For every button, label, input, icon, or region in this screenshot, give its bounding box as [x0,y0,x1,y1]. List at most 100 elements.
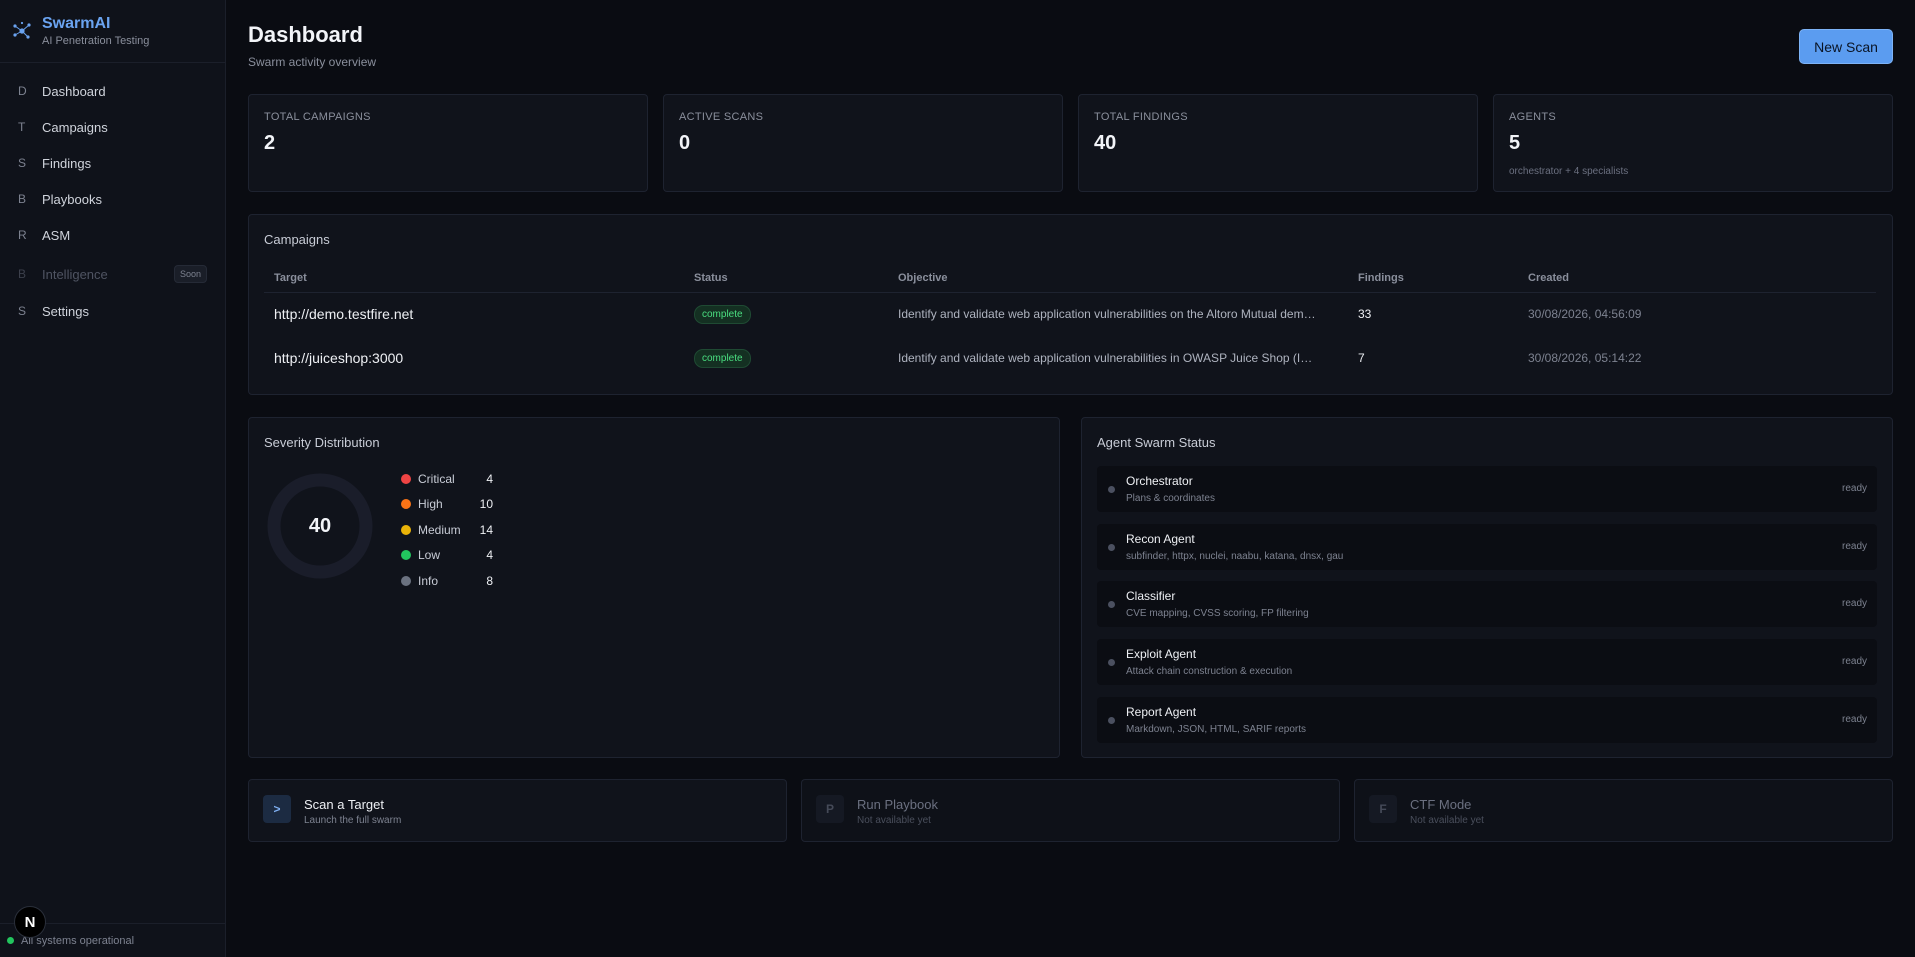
stat-value: 0 [679,132,691,154]
agent-row-exploit[interactable]: Exploit Agent Attack chain construction … [1097,639,1877,685]
legend-count: 4 [486,548,493,563]
cell-findings: 33 [1358,307,1372,322]
agent-description: subfinder, httpx, nuclei, naabu, katana,… [1126,551,1344,562]
sidebar: SwarmAI AI Penetration Testing D Dashboa… [0,0,226,957]
column-header-created[interactable]: Created [1518,264,1876,293]
swarm-logo-icon [13,21,31,39]
cell-objective: Identify and validate web application vu… [898,307,1316,322]
stat-card-total-campaigns: TOTAL CAMPAIGNS 2 [248,94,648,192]
page-subtitle: Swarm activity overview [248,55,377,69]
action-title: Run Playbook [857,797,938,812]
legend-item-info: Info 8 [401,568,493,594]
legend-count: 8 [486,573,493,588]
stat-label: ACTIVE SCANS [679,111,764,123]
agent-status-dot-icon [1108,486,1115,493]
agent-name: Orchestrator [1126,474,1193,488]
sidebar-item-settings[interactable]: S Settings [0,293,225,329]
legend-label: Critical [418,471,455,486]
agent-name: Recon Agent [1126,532,1195,546]
action-title: Scan a Target [304,797,384,812]
agent-row-recon[interactable]: Recon Agent subfinder, httpx, nuclei, na… [1097,524,1877,570]
main-content: Dashboard Swarm activity overview New Sc… [227,0,1915,957]
agent-state: ready [1841,714,1867,725]
agent-row-orchestrator[interactable]: Orchestrator Plans & coordinates ready [1097,466,1877,512]
new-scan-button[interactable]: New Scan [1799,29,1893,64]
campaigns-icon: T [18,120,26,134]
action-ctf-mode: F CTF Mode Not available yet [1354,779,1893,842]
action-scan-target[interactable]: > Scan a Target Launch the full swarm [248,779,787,842]
action-subtitle: Not available yet [1410,815,1484,826]
legend-label: High [418,497,443,512]
sidebar-item-label: Findings [42,155,92,171]
agent-state: ready [1841,656,1867,667]
action-subtitle: Not available yet [857,815,931,826]
section-title: Campaigns [264,232,330,247]
dev-tools-button[interactable]: N [14,906,46,938]
sidebar-item-campaigns[interactable]: T Campaigns [0,109,225,145]
sidebar-item-dashboard[interactable]: D Dashboard [0,73,225,109]
stat-value: 40 [1094,132,1117,154]
terminal-icon: > [263,795,291,823]
brand[interactable]: SwarmAI AI Penetration Testing [0,0,225,63]
agent-row-report[interactable]: Report Agent Markdown, JSON, HTML, SARIF… [1097,697,1877,743]
cell-target[interactable]: http://juiceshop:3000 [264,336,684,380]
sidebar-nav: D Dashboard T Campaigns S Findings B Pla… [0,63,225,329]
agent-name: Exploit Agent [1126,647,1197,661]
legend-label: Info [418,573,439,588]
asm-icon: R [18,228,27,242]
sidebar-item-asm[interactable]: R ASM [0,217,225,253]
agent-name: Report Agent [1126,705,1197,719]
cell-objective: Identify and validate web application vu… [898,351,1313,365]
section-title: Severity Distribution [264,435,380,450]
severity-panel: Severity Distribution 40 Critical 4 High… [248,417,1060,758]
agent-description: Markdown, JSON, HTML, SARIF reports [1126,724,1307,735]
flag-icon: F [1369,795,1397,823]
severity-legend: Critical 4 High 10 Medium 14 Low 4 Info [401,466,493,594]
system-status-text: All systems operational [21,934,135,947]
agent-state: ready [1841,483,1867,494]
low-dot-icon [401,550,411,561]
stat-subtext: orchestrator + 4 specialists [1509,166,1629,177]
cell-target[interactable]: http://demo.testfire.net [264,292,684,336]
column-header-objective[interactable]: Objective [888,264,1348,293]
table-row[interactable]: http://demo.testfire.net complete Identi… [264,292,1876,336]
cell-findings: 7 [1358,351,1365,365]
high-dot-icon [401,499,411,510]
playbooks-icon: B [18,192,27,206]
column-header-target[interactable]: Target [264,264,684,293]
sidebar-item-playbooks[interactable]: B Playbooks [0,181,225,217]
brand-name: SwarmAI [42,15,111,32]
sidebar-item-findings[interactable]: S Findings [0,145,225,181]
agent-status-dot-icon [1108,717,1115,724]
sidebar-item-intelligence: B Intelligence Soon [0,255,225,293]
column-header-status[interactable]: Status [684,264,888,293]
agent-status-dot-icon [1108,659,1115,666]
playbook-icon: P [816,795,844,823]
legend-count: 4 [486,471,493,486]
legend-item-high: High 10 [401,492,493,518]
info-dot-icon [401,575,411,586]
medium-dot-icon [401,524,411,535]
stat-card-total-findings: TOTAL FINDINGS 40 [1078,94,1478,192]
agent-description: Plans & coordinates [1126,493,1215,504]
stat-value: 2 [264,132,276,154]
agent-description: Attack chain construction & execution [1126,666,1293,677]
campaigns-table: Target Status Objective Findings Created… [264,264,1876,380]
agent-row-classifier[interactable]: Classifier CVE mapping, CVSS scoring, FP… [1097,581,1877,627]
agent-state: ready [1841,541,1867,552]
donut-total: 40 [308,514,332,537]
legend-label: Medium [418,522,461,537]
agent-state: ready [1841,598,1867,609]
agent-status-dot-icon [1108,544,1115,551]
cell-status: complete [684,336,888,380]
agent-status-dot-icon [1108,601,1115,608]
critical-dot-icon [401,473,411,484]
cell-created: 30/08/2026, 04:56:09 [1528,307,1642,322]
settings-icon: S [18,304,27,318]
stat-label: AGENTS [1509,111,1557,123]
agent-swarm-panel: Agent Swarm Status Orchestrator Plans & … [1081,417,1893,758]
column-header-findings[interactable]: Findings [1348,264,1518,293]
legend-item-low: Low 4 [401,543,493,569]
cell-created: 30/08/2026, 05:14:22 [1528,351,1642,365]
table-row[interactable]: http://juiceshop:3000 complete Identify … [264,336,1876,380]
